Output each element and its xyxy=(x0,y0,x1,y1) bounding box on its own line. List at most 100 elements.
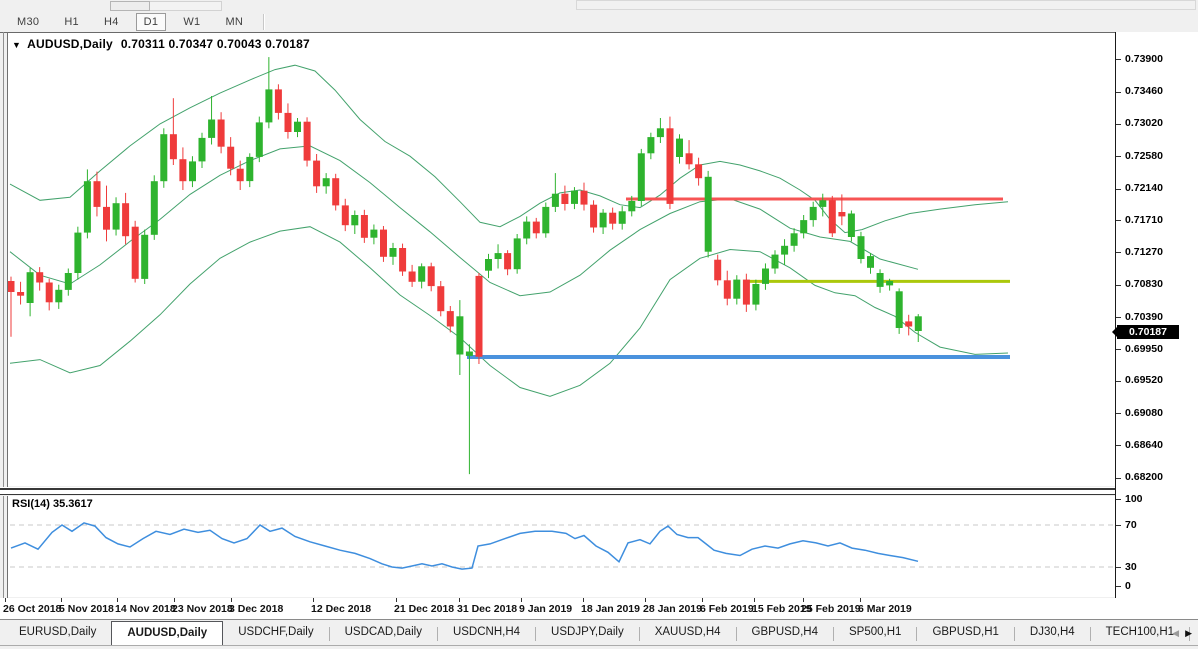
candle-body xyxy=(791,233,798,246)
timeframe-button-h4[interactable]: H4 xyxy=(96,13,127,31)
timeframe-button-w1[interactable]: W1 xyxy=(175,13,208,31)
candle-body xyxy=(896,291,903,328)
chart-symbol-label: AUDUSD,Daily xyxy=(27,37,113,51)
rsi-chart[interactable] xyxy=(8,496,1115,597)
tab-scroll-right-icon[interactable]: ▶ xyxy=(1185,628,1192,639)
candle-body xyxy=(17,292,24,296)
timeframe-button-h1[interactable]: H1 xyxy=(56,13,87,31)
candle-body xyxy=(160,134,167,181)
tab-gbpusd-h4[interactable]: GBPUSD,H4 xyxy=(737,621,833,646)
rsi-tick-label: 0 xyxy=(1125,580,1131,592)
candle-body xyxy=(667,128,674,204)
price-tick-mark xyxy=(1116,156,1121,157)
candle-body xyxy=(380,230,387,257)
time-tick-mark xyxy=(61,598,62,602)
tab-sp500-h1[interactable]: SP500,H1 xyxy=(834,621,916,646)
price-tick-label: 0.68200 xyxy=(1125,471,1163,483)
candle-body xyxy=(313,161,320,187)
candle-body xyxy=(686,153,693,164)
price-tick-label: 0.69950 xyxy=(1125,343,1163,355)
candle-body xyxy=(581,191,588,205)
candle-body xyxy=(199,138,206,162)
candle-body xyxy=(724,280,731,298)
tab-scroll-left-icon[interactable]: ◀ xyxy=(1172,628,1179,639)
time-tick-label: 26 Oct 2018 xyxy=(3,603,61,615)
price-tick-label: 0.72580 xyxy=(1125,150,1163,162)
time-tick-label: 12 Dec 2018 xyxy=(311,603,371,615)
candle-body xyxy=(227,147,234,169)
candle-body xyxy=(867,256,874,268)
price-axis[interactable]: 0.739000.734600.730200.725800.721400.717… xyxy=(1115,32,1198,598)
candle-body xyxy=(141,235,148,279)
time-tick-mark xyxy=(754,598,755,602)
candle-body xyxy=(55,290,62,303)
price-tick-label: 0.71710 xyxy=(1125,214,1163,226)
panel-splitter[interactable] xyxy=(0,487,1198,496)
tab-usdcad-daily[interactable]: USDCAD,Daily xyxy=(330,621,437,646)
candle-body xyxy=(265,89,272,122)
rsi-tick-mark xyxy=(1116,567,1121,568)
time-tick-label: 18 Jan 2019 xyxy=(581,603,640,615)
rsi-tick-label: 30 xyxy=(1125,561,1137,573)
tab-usdcnh-h4[interactable]: USDCNH,H4 xyxy=(438,621,535,646)
timeframe-toolbar: M30 H1 H4 D1 W1 MN xyxy=(0,12,1198,32)
price-tick-label: 0.73900 xyxy=(1125,53,1163,65)
trading-terminal-window: M30H1H4D1W1MN ▼AUDUSD,Daily0.70311 0.703… xyxy=(0,0,1198,649)
candlestick-chart[interactable] xyxy=(8,33,1115,486)
candle-body xyxy=(619,211,626,224)
candle-body xyxy=(208,120,215,138)
price-tick-label: 0.73460 xyxy=(1125,85,1163,97)
tab-usdjpy-daily[interactable]: USDJPY,Daily xyxy=(536,621,639,646)
candle-body xyxy=(390,248,397,257)
chart-info-line: ▼AUDUSD,Daily0.70311 0.70347 0.70043 0.7… xyxy=(12,37,310,51)
tab-gbpusd-h1[interactable]: GBPUSD,H1 xyxy=(917,621,1013,646)
tab-usdchf-daily[interactable]: USDCHF,Daily xyxy=(223,621,328,646)
tab-dj30-h4[interactable]: DJ30,H4 xyxy=(1015,621,1090,646)
candle-body xyxy=(466,352,473,356)
price-tick-mark xyxy=(1116,317,1121,318)
tab-scroll-controls: ◀ ▶ xyxy=(1172,621,1196,645)
price-chart-panel[interactable] xyxy=(8,33,1115,486)
time-tick-label: 3 Dec 2018 xyxy=(229,603,283,615)
price-tick-mark xyxy=(1116,220,1121,221)
candle-body xyxy=(609,213,616,224)
candle-body xyxy=(122,203,129,236)
timeframe-button-m30[interactable]: M30 xyxy=(9,13,47,31)
time-tick-label: 23 Nov 2018 xyxy=(172,603,233,615)
time-tick-mark xyxy=(702,598,703,602)
candle-body xyxy=(342,205,349,225)
candle-body xyxy=(628,201,635,211)
candle-body xyxy=(27,272,34,303)
candle-body xyxy=(285,113,292,132)
candle-body xyxy=(571,191,578,204)
time-tick-mark xyxy=(231,598,232,602)
time-tick-label: 25 Feb 2019 xyxy=(801,603,861,615)
candle-body xyxy=(504,253,511,269)
candle-body xyxy=(437,286,444,311)
tab-eurusd-daily[interactable]: EURUSD,Daily xyxy=(4,621,111,646)
chart-collapse-icon: ▼ xyxy=(12,40,21,50)
tab-xauusd-h4[interactable]: XAUUSD,H4 xyxy=(640,621,736,646)
candle-body xyxy=(447,311,454,326)
price-tick-mark xyxy=(1116,445,1121,446)
candle-body xyxy=(714,260,721,281)
time-axis[interactable]: 26 Oct 20185 Nov 201814 Nov 201823 Nov 2… xyxy=(0,598,1198,619)
tab-audusd-daily[interactable]: AUDUSD,Daily xyxy=(111,621,223,646)
candle-body xyxy=(84,181,91,232)
rsi-indicator-panel[interactable] xyxy=(8,496,1115,597)
timeframe-button-mn[interactable]: MN xyxy=(217,13,251,31)
candle-body xyxy=(800,220,807,233)
candle-body xyxy=(810,207,817,220)
candle-body xyxy=(151,181,158,235)
time-tick-mark xyxy=(803,598,804,602)
timeframe-button-d1[interactable]: D1 xyxy=(136,13,167,31)
candle-body xyxy=(542,207,549,233)
candle-body xyxy=(189,161,196,181)
current-price-label: 0.70187 xyxy=(1117,325,1179,339)
candle-body xyxy=(294,122,301,132)
rsi-tick-mark xyxy=(1116,525,1121,526)
price-tick-mark xyxy=(1116,92,1121,93)
price-tick-mark xyxy=(1116,252,1121,253)
time-tick-mark xyxy=(521,598,522,602)
time-tick-mark xyxy=(5,598,6,602)
